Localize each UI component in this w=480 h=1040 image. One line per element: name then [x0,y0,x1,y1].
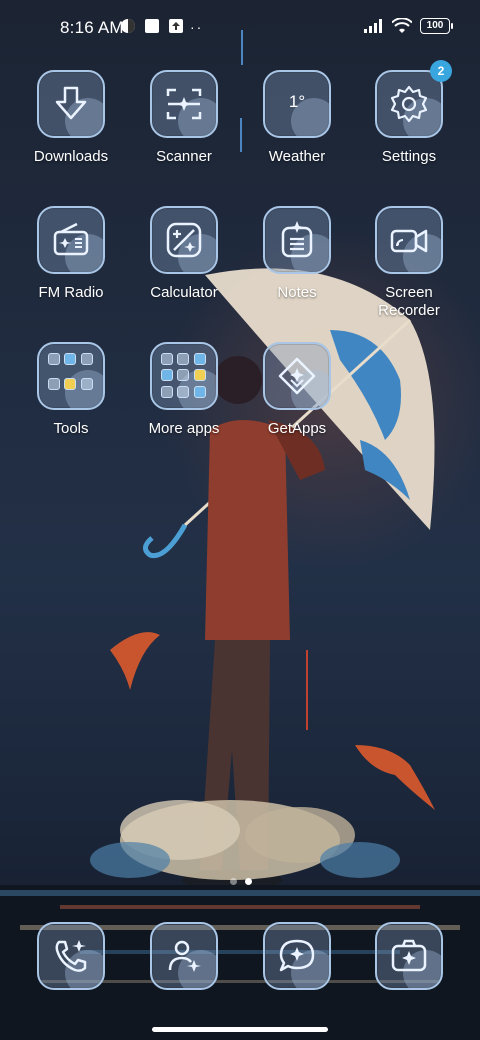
video-camera-icon[interactable] [375,206,443,274]
weather-temperature: 1° [288,92,306,111]
app-label: Settings [381,148,437,165]
radio-icon[interactable] [37,206,105,274]
camera-icon[interactable] [375,922,443,990]
page-indicator [230,878,252,885]
folder-preview-grid [161,353,207,399]
phone-icon[interactable] [37,922,105,990]
app-fm-radio[interactable]: FM Radio [16,206,126,302]
folder-icon[interactable] [37,342,105,410]
app-scanner[interactable]: Scanner [129,70,239,166]
app-label: FM Radio [38,284,104,301]
app-settings[interactable]: Settings [354,70,464,166]
calculator-icon[interactable] [150,206,218,274]
app-folder-tools[interactable]: Tools [16,342,126,438]
app-notes[interactable]: Notes [242,206,352,302]
message-icon[interactable] [263,922,331,990]
status-notification-icons [120,18,184,34]
notes-icon[interactable] [263,206,331,274]
page-dot-active [245,878,252,885]
dock-contacts[interactable] [129,922,239,990]
status-bar: 8:16 AM ·· 100 [0,0,480,56]
app-downloads[interactable]: Downloads [16,70,126,166]
square-icon [145,19,159,33]
dock-camera[interactable] [354,922,464,990]
weather-icon[interactable]: 1° [263,70,331,138]
app-label: Scanner [156,148,212,165]
folder-icon[interactable] [150,342,218,410]
app-label: Notes [277,284,317,301]
vpn-icon [121,19,135,33]
app-getapps[interactable]: GetApps [242,342,352,438]
status-more: ·· [190,19,204,35]
app-label: More apps [148,420,220,437]
wifi-icon [392,18,412,33]
home-gesture-bar[interactable] [152,1027,328,1032]
status-right-icons: 100 [364,18,453,34]
status-time: 8:16 AM [60,18,124,37]
settings-notification-badge: 2 [430,60,452,82]
app-calculator[interactable]: Calculator [129,206,239,302]
app-label: Screen Recorder [378,284,440,319]
dock-phone[interactable] [16,922,126,990]
scanner-icon[interactable] [150,70,218,138]
page-dot [230,878,237,885]
app-weather[interactable]: 1° Weather [242,70,352,166]
getapps-icon[interactable] [263,342,331,410]
battery-indicator: 100 [420,18,453,34]
app-label: Tools [53,420,89,437]
app-label: Calculator [150,284,218,301]
app-screen-recorder[interactable]: Screen Recorder [354,206,464,320]
app-folder-more-apps[interactable]: More apps [129,342,239,438]
signal-icon [364,19,382,33]
download-arrow-icon[interactable] [37,70,105,138]
contacts-icon[interactable] [150,922,218,990]
upload-icon [169,19,183,33]
dock-messages[interactable] [242,922,352,990]
gear-icon[interactable] [375,70,443,138]
folder-preview-grid [48,353,94,399]
app-label: GetApps [267,420,327,437]
app-label: Downloads [33,148,109,165]
app-label: Weather [268,148,326,165]
